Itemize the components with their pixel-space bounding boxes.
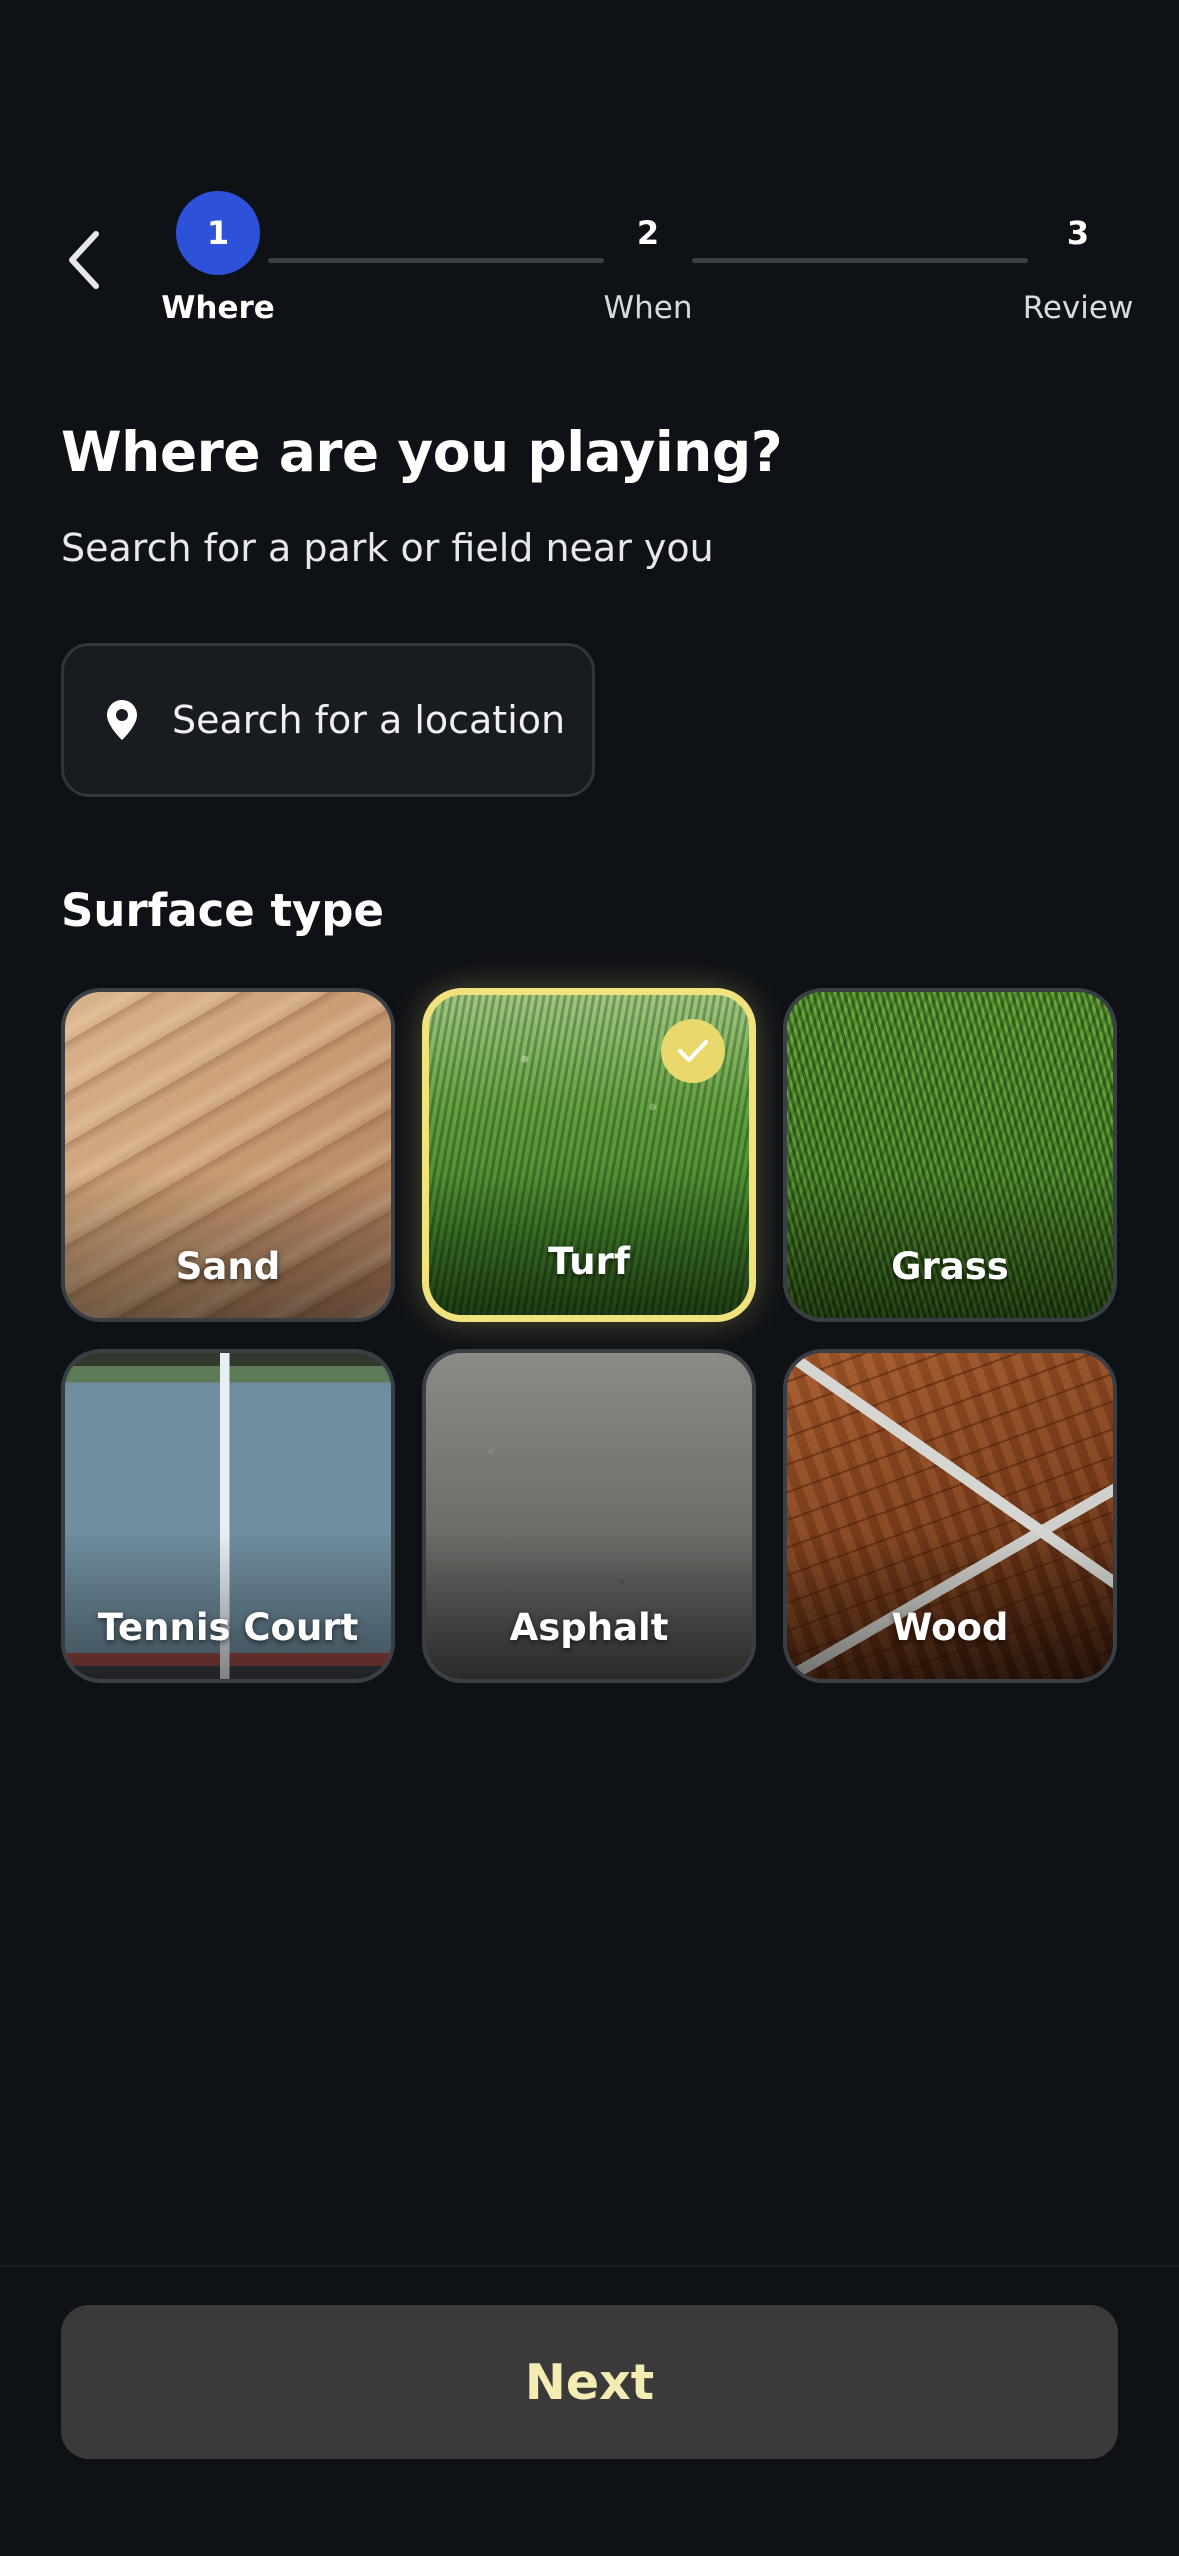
page-title: Where are you playing?: [61, 420, 783, 484]
surface-option-label: Asphalt: [509, 1606, 669, 1649]
step-2-number: 2: [636, 214, 660, 252]
surface-option-label: Sand: [175, 1245, 281, 1288]
surface-option-tennis-court[interactable]: Tennis Court: [61, 1349, 395, 1683]
surface-option-label: Turf: [548, 1240, 630, 1283]
surface-option-turf[interactable]: Turf: [422, 988, 756, 1322]
step-connector: [692, 258, 1028, 263]
step-connector: [268, 258, 604, 263]
next-button[interactable]: Next: [61, 2305, 1118, 2459]
chevron-left-icon: [69, 231, 99, 289]
page-subtitle: Search for a park or field near you: [61, 526, 714, 570]
step-3-indicator[interactable]: 3: [1036, 191, 1120, 275]
search-placeholder: Search for a location: [172, 698, 566, 742]
step-1-label: Where: [161, 290, 275, 326]
surface-option-asphalt[interactable]: Asphalt: [422, 1349, 756, 1683]
step-2-label: When: [603, 290, 693, 326]
surface-option-label: Grass: [891, 1245, 1009, 1288]
surface-option-wood[interactable]: Wood: [783, 1349, 1117, 1683]
step-3-label: Review: [1022, 290, 1134, 326]
footer-divider: [0, 2265, 1179, 2267]
location-pin-icon: [102, 696, 142, 744]
step-1-indicator[interactable]: 1: [176, 191, 260, 275]
back-button[interactable]: [52, 220, 116, 300]
step-2-indicator[interactable]: 2: [606, 191, 690, 275]
surface-option-label: Wood: [891, 1606, 1009, 1649]
surface-option-grass[interactable]: Grass: [783, 988, 1117, 1322]
next-button-label: Next: [524, 2353, 655, 2411]
location-search-input[interactable]: Search for a location: [61, 643, 595, 797]
surface-option-sand[interactable]: Sand: [61, 988, 395, 1322]
step-1-number: 1: [206, 214, 230, 252]
surface-type-heading: Surface type: [61, 884, 385, 937]
surface-option-label: Tennis Court: [97, 1606, 359, 1649]
checkmark-icon: [661, 1019, 725, 1083]
step-3-number: 3: [1066, 214, 1090, 252]
